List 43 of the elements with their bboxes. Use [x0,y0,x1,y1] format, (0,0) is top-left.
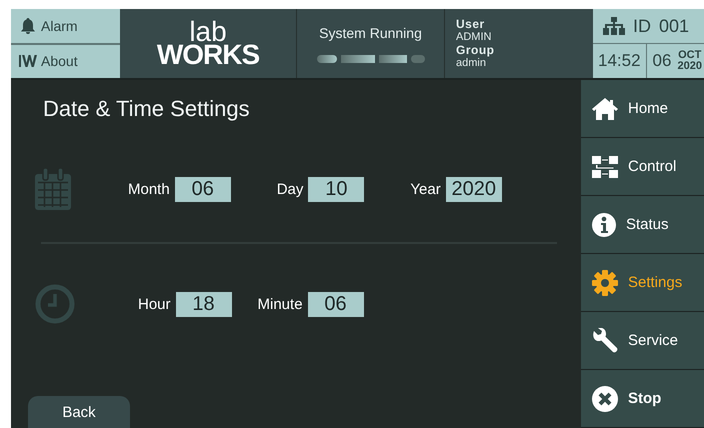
input-field[interactable]: 18 [176,292,232,316]
input-field[interactable]: 10 [308,176,364,202]
network-icon [603,17,625,35]
alarm-button[interactable]: Alarm [11,9,120,42]
input-field[interactable]: 2020 [446,176,502,202]
nav-item[interactable]: Stop [581,370,704,428]
back-button[interactable]: Back [28,396,130,428]
date-month: OCT [677,50,702,61]
id-value: 001 [659,16,690,36]
user-label: User [456,18,486,30]
calendar-icon [35,168,71,210]
close-icon [592,386,618,412]
nav-item[interactable]: Service [581,312,704,370]
info-icon [592,212,616,236]
date-year: 2020 [677,61,702,72]
field-label: Month [128,180,170,198]
input-field[interactable]: 06 [308,292,364,316]
nav-item[interactable]: Home [581,80,704,138]
input-field[interactable]: 06 [174,176,231,202]
home-icon [592,98,618,120]
flowchart-icon [592,156,618,178]
date-day: 06 [652,51,672,71]
nav-item[interactable]: Control [581,138,704,196]
logo-mark-icon [19,55,37,68]
wrench-icon [592,328,618,354]
field-label: Day [276,180,304,198]
id-label: ID [633,16,651,36]
bell-icon [19,18,37,34]
user-name: ADMIN [456,30,492,44]
clock-icon [35,284,75,324]
about-button[interactable]: About [11,42,120,78]
group-label: Group [456,44,496,56]
gear-icon [592,270,618,296]
nav-item[interactable]: Settings [581,254,704,312]
clock-time: 14:52 [593,44,647,78]
field-label: Hour [138,296,171,312]
nav-item[interactable]: Status [581,196,704,254]
system-status: System Running [319,24,422,40]
group-name: admin [456,56,487,70]
logo: lab WORKS [156,15,260,72]
field-label: Minute [258,296,303,312]
field-label: Year [410,180,441,198]
page-title: Date & Time Settings [42,95,251,122]
